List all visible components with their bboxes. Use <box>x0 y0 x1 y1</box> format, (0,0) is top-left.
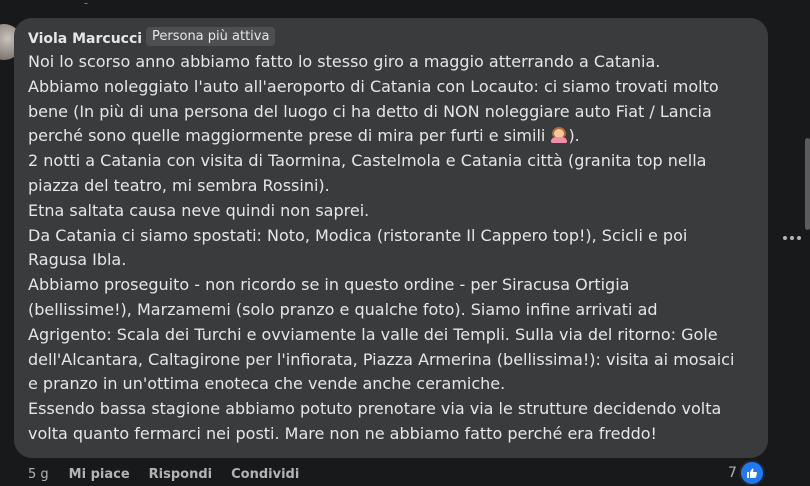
top-contributor-badge[interactable]: Persona più attiva <box>146 27 276 46</box>
woman-shrugging-emoji-icon <box>550 127 568 144</box>
comment-text: Noi lo scorso anno abbiamo fatto lo stes… <box>28 50 758 447</box>
comment-timestamp[interactable]: 5 g <box>28 467 49 483</box>
reaction-summary[interactable]: 7 <box>728 460 765 486</box>
share-button[interactable]: Condividi <box>231 467 299 483</box>
comment-line: piazza del teatro, mi sembra Rossini). <box>28 175 330 195</box>
more-options-icon[interactable] <box>783 236 801 242</box>
comment-author[interactable]: Viola Marcucci <box>28 30 142 48</box>
comment-line: (bellissime!), Marzamemi (solo pranzo e … <box>28 299 658 319</box>
comment-line: Ragusa Ibla. <box>28 250 127 270</box>
comment-line: Agrigento: Scala dei Turchi e ovviamente… <box>28 324 718 344</box>
comment-line: bene (In più di una persona del luogo ci… <box>28 101 712 121</box>
facebook-comment-view: Viola Marcucci Persona più attiva Noi lo… <box>0 0 810 486</box>
comment-line: Etna saltata causa neve quindi non sapre… <box>28 200 370 220</box>
comment-line-suffix: ). <box>568 126 580 146</box>
comment-line-with-emoji: perché sono quelle maggiormente prese di… <box>28 124 758 149</box>
comment-line-text: perché sono quelle maggiormente prese di… <box>28 126 546 146</box>
comment-line: Essendo bassa stagione abbiamo potuto pr… <box>28 399 722 419</box>
thumbs-up-icon <box>738 460 765 486</box>
comment-line: Da Catania ci siamo spostati: Noto, Modi… <box>28 225 688 245</box>
reply-button[interactable]: Rispondi <box>149 467 212 483</box>
comment-line: 2 notti a Catania con visita di Taormina… <box>28 151 707 171</box>
previous-comment-remnant <box>60 0 180 4</box>
comment-line: volta quanto fermarci nei posti. Mare no… <box>28 423 657 443</box>
comment-line: Abbiamo proseguito - non ricordo se in q… <box>28 275 630 295</box>
comment-line: dell'Alcantara, Caltagirone per l'infior… <box>28 349 735 369</box>
comment-actions: 5 g Mi piace Rispondi Condividi <box>28 466 318 484</box>
comment-line: Noi lo scorso anno abbiamo fatto lo stes… <box>28 52 661 71</box>
comment-line: Abbiamo noleggiato l'auto all'aeroporto … <box>28 76 719 96</box>
comment-line: e pranzo in un'ottima enoteca che vende … <box>28 374 506 394</box>
like-button[interactable]: Mi piace <box>69 467 130 483</box>
scrollbar[interactable] <box>805 138 810 230</box>
reaction-count: 7 <box>728 465 737 481</box>
